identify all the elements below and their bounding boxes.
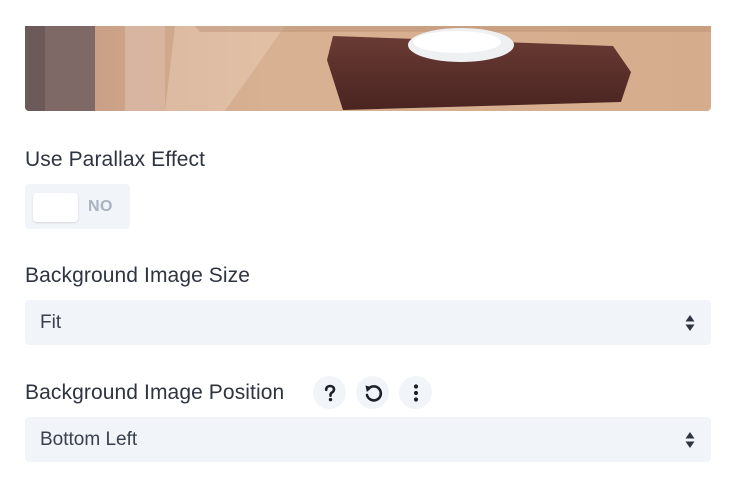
bg-size-select[interactable]: Fit (25, 300, 711, 345)
more-options-icon (413, 383, 418, 402)
toggle-knob (33, 193, 78, 222)
more-options-button[interactable] (399, 376, 432, 409)
reset-button[interactable] (356, 376, 389, 409)
select-arrows-icon (685, 313, 695, 333)
settings-panel: Use Parallax Effect NO Background Image … (0, 0, 741, 480)
select-arrows-icon (685, 430, 695, 450)
bg-size-label: Background Image Size (25, 264, 251, 287)
preview-image (25, 26, 711, 111)
bg-position-value: Bottom Left (40, 429, 138, 450)
background-image-preview[interactable] (25, 26, 711, 111)
parallax-label: Use Parallax Effect (25, 148, 206, 171)
bg-size-value: Fit (40, 312, 62, 333)
help-button[interactable] (313, 376, 346, 409)
bg-position-label: Background Image Position (25, 381, 285, 404)
reset-icon (365, 384, 382, 402)
help-icon (324, 384, 335, 401)
parallax-toggle[interactable]: NO (25, 184, 130, 229)
bg-position-select[interactable]: Bottom Left (25, 417, 711, 462)
toggle-state-text: NO (88, 198, 113, 215)
